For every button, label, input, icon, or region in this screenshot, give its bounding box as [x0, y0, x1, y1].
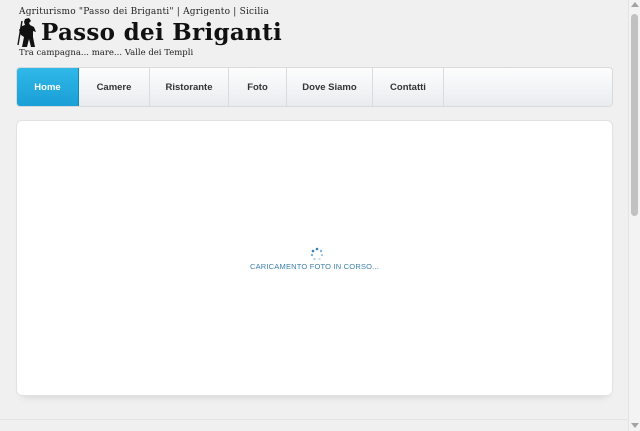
main-nav: Home Camere Ristorante Foto Dove Siamo C… [16, 67, 613, 107]
nav-item-home[interactable]: Home [17, 68, 79, 106]
header-tagline-bottom: Tra campagna... mare... Valle dei Templi [19, 48, 194, 58]
header-tagline-top: Agriturismo "Passo dei Briganti" | Agrig… [19, 7, 270, 17]
brigand-silhouette-icon [17, 18, 36, 47]
nav-item-dove-siamo[interactable]: Dove Siamo [287, 68, 373, 106]
photo-gallery-panel: CARICAMENTO FOTO IN CORSO... [16, 120, 613, 396]
nav-item-foto[interactable]: Foto [229, 68, 287, 106]
scroll-down-arrow-icon[interactable] [631, 423, 639, 428]
scrollbar-thumb[interactable] [631, 14, 638, 216]
site-title: Passo dei Briganti [41, 19, 283, 46]
loading-text: CARICAMENTO FOTO IN CORSO... [249, 262, 380, 271]
vertical-scrollbar[interactable] [628, 0, 640, 431]
spinner-icon [310, 247, 324, 261]
site-logo[interactable]: Passo dei Briganti [16, 17, 282, 49]
nav-item-camere[interactable]: Camere [79, 68, 150, 106]
page: Agriturismo "Passo dei Briganti" | Agrig… [0, 0, 628, 431]
nav-item-ristorante[interactable]: Ristorante [150, 68, 229, 106]
scroll-up-arrow-icon[interactable] [631, 2, 639, 7]
nav-item-contatti[interactable]: Contatti [373, 68, 444, 106]
footer-divider [0, 419, 628, 420]
